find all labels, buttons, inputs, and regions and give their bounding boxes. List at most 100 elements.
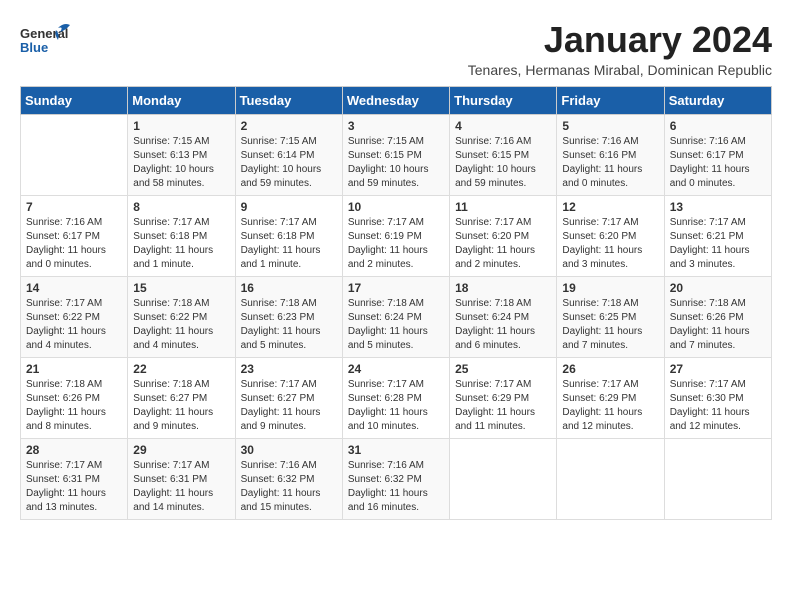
day-number: 15 — [133, 281, 229, 295]
calendar-cell: 15 Sunrise: 7:18 AM Sunset: 6:22 PM Dayli… — [128, 276, 235, 357]
calendar-cell: 24 Sunrise: 7:17 AM Sunset: 6:28 PM Dayli… — [342, 357, 449, 438]
day-info: Sunrise: 7:18 AM Sunset: 6:27 PM Dayligh… — [133, 378, 229, 434]
calendar-cell: 16 Sunrise: 7:18 AM Sunset: 6:23 PM Dayli… — [235, 276, 342, 357]
day-number: 2 — [241, 119, 337, 133]
day-info: Sunrise: 7:17 AM Sunset: 6:18 PM Dayligh… — [133, 216, 229, 272]
header-thursday: Thursday — [450, 86, 557, 114]
calendar-cell: 23Sunrise: 7:17 AM Sunset: 6:27 PM Dayli… — [235, 357, 342, 438]
day-number: 3 — [348, 119, 444, 133]
day-info: Sunrise: 7:18 AM Sunset: 6:26 PM Dayligh… — [670, 297, 766, 353]
header-sunday: Sunday — [21, 86, 128, 114]
day-info: Sunrise: 7:17 AM Sunset: 6:21 PM Dayligh… — [670, 216, 766, 272]
svg-text:Blue: Blue — [20, 40, 48, 55]
header-tuesday: Tuesday — [235, 86, 342, 114]
calendar-week-4: 21 Sunrise: 7:18 AM Sunset: 6:26 PM Dayli… — [21, 357, 772, 438]
day-info: Sunrise: 7:18 AM Sunset: 6:25 PM Dayligh… — [562, 297, 658, 353]
calendar-cell — [450, 438, 557, 519]
day-info: Sunrise: 7:18 AM Sunset: 6:24 PM Dayligh… — [455, 297, 551, 353]
day-number: 14 — [26, 281, 122, 295]
calendar-week-1: 1Sunrise: 7:15 AM Sunset: 6:13 PM Daylig… — [21, 114, 772, 195]
calendar-cell: 3 Sunrise: 7:15 AM Sunset: 6:15 PM Daylig… — [342, 114, 449, 195]
day-number: 11 — [455, 200, 551, 214]
svg-text:General: General — [20, 26, 68, 41]
day-info: Sunrise: 7:16 AM Sunset: 6:32 PM Dayligh… — [241, 459, 337, 515]
day-info: Sunrise: 7:17 AM Sunset: 6:20 PM Dayligh… — [455, 216, 551, 272]
day-number: 17 — [348, 281, 444, 295]
calendar-week-3: 14Sunrise: 7:17 AM Sunset: 6:22 PM Dayli… — [21, 276, 772, 357]
calendar-cell: 14Sunrise: 7:17 AM Sunset: 6:22 PM Dayli… — [21, 276, 128, 357]
day-info: Sunrise: 7:18 AM Sunset: 6:24 PM Dayligh… — [348, 297, 444, 353]
calendar-header-row: SundayMondayTuesdayWednesdayThursdayFrid… — [21, 86, 772, 114]
calendar-cell: 27 Sunrise: 7:17 AM Sunset: 6:30 PM Dayli… — [664, 357, 771, 438]
day-number: 29 — [133, 443, 229, 457]
calendar-cell: 22Sunrise: 7:18 AM Sunset: 6:27 PM Dayli… — [128, 357, 235, 438]
day-number: 16 — [241, 281, 337, 295]
calendar-cell: 19Sunrise: 7:18 AM Sunset: 6:25 PM Dayli… — [557, 276, 664, 357]
calendar-cell: 5 Sunrise: 7:16 AM Sunset: 6:16 PM Daylig… — [557, 114, 664, 195]
calendar-cell: 31 Sunrise: 7:16 AM Sunset: 6:32 PM Dayli… — [342, 438, 449, 519]
day-number: 5 — [562, 119, 658, 133]
calendar-cell: 7 Sunrise: 7:16 AM Sunset: 6:17 PM Daylig… — [21, 195, 128, 276]
day-number: 9 — [241, 200, 337, 214]
header-wednesday: Wednesday — [342, 86, 449, 114]
day-number: 28 — [26, 443, 122, 457]
calendar-cell: 18 Sunrise: 7:18 AM Sunset: 6:24 PM Dayli… — [450, 276, 557, 357]
calendar-week-2: 7 Sunrise: 7:16 AM Sunset: 6:17 PM Daylig… — [21, 195, 772, 276]
day-number: 26 — [562, 362, 658, 376]
month-title: January 2024 — [468, 20, 772, 60]
calendar-cell: 1Sunrise: 7:15 AM Sunset: 6:13 PM Daylig… — [128, 114, 235, 195]
calendar-cell: 12Sunrise: 7:17 AM Sunset: 6:20 PM Dayli… — [557, 195, 664, 276]
location-subtitle: Tenares, Hermanas Mirabal, Dominican Rep… — [468, 62, 772, 78]
day-info: Sunrise: 7:17 AM Sunset: 6:29 PM Dayligh… — [455, 378, 551, 434]
calendar-cell: 17 Sunrise: 7:18 AM Sunset: 6:24 PM Dayli… — [342, 276, 449, 357]
day-number: 13 — [670, 200, 766, 214]
calendar-week-5: 28Sunrise: 7:17 AM Sunset: 6:31 PM Dayli… — [21, 438, 772, 519]
header-saturday: Saturday — [664, 86, 771, 114]
day-info: Sunrise: 7:17 AM Sunset: 6:27 PM Dayligh… — [241, 378, 337, 434]
day-number: 8 — [133, 200, 229, 214]
day-number: 20 — [670, 281, 766, 295]
day-info: Sunrise: 7:16 AM Sunset: 6:32 PM Dayligh… — [348, 459, 444, 515]
calendar-cell — [557, 438, 664, 519]
header-friday: Friday — [557, 86, 664, 114]
day-info: Sunrise: 7:15 AM Sunset: 6:15 PM Dayligh… — [348, 135, 444, 191]
day-info: Sunrise: 7:16 AM Sunset: 6:17 PM Dayligh… — [26, 216, 122, 272]
day-number: 25 — [455, 362, 551, 376]
calendar-cell: 11 Sunrise: 7:17 AM Sunset: 6:20 PM Dayli… — [450, 195, 557, 276]
day-number: 24 — [348, 362, 444, 376]
day-info: Sunrise: 7:18 AM Sunset: 6:23 PM Dayligh… — [241, 297, 337, 353]
calendar-cell: 6 Sunrise: 7:16 AM Sunset: 6:17 PM Daylig… — [664, 114, 771, 195]
day-number: 18 — [455, 281, 551, 295]
header-monday: Monday — [128, 86, 235, 114]
day-number: 7 — [26, 200, 122, 214]
day-info: Sunrise: 7:16 AM Sunset: 6:17 PM Dayligh… — [670, 135, 766, 191]
day-info: Sunrise: 7:17 AM Sunset: 6:30 PM Dayligh… — [670, 378, 766, 434]
calendar-table: SundayMondayTuesdayWednesdayThursdayFrid… — [20, 86, 772, 520]
calendar-cell: 9 Sunrise: 7:17 AM Sunset: 6:18 PM Daylig… — [235, 195, 342, 276]
calendar-cell: 8 Sunrise: 7:17 AM Sunset: 6:18 PM Daylig… — [128, 195, 235, 276]
calendar-cell: 29Sunrise: 7:17 AM Sunset: 6:31 PM Dayli… — [128, 438, 235, 519]
day-info: Sunrise: 7:18 AM Sunset: 6:26 PM Dayligh… — [26, 378, 122, 434]
day-info: Sunrise: 7:17 AM Sunset: 6:18 PM Dayligh… — [241, 216, 337, 272]
day-info: Sunrise: 7:17 AM Sunset: 6:29 PM Dayligh… — [562, 378, 658, 434]
logo: General Blue — [20, 20, 74, 65]
day-info: Sunrise: 7:15 AM Sunset: 6:13 PM Dayligh… — [133, 135, 229, 191]
day-number: 27 — [670, 362, 766, 376]
calendar-cell — [664, 438, 771, 519]
day-info: Sunrise: 7:15 AM Sunset: 6:14 PM Dayligh… — [241, 135, 337, 191]
calendar-cell: 30Sunrise: 7:16 AM Sunset: 6:32 PM Dayli… — [235, 438, 342, 519]
day-info: Sunrise: 7:16 AM Sunset: 6:15 PM Dayligh… — [455, 135, 551, 191]
day-number: 12 — [562, 200, 658, 214]
title-section: January 2024 Tenares, Hermanas Mirabal, … — [468, 20, 772, 78]
day-number: 6 — [670, 119, 766, 133]
day-info: Sunrise: 7:16 AM Sunset: 6:16 PM Dayligh… — [562, 135, 658, 191]
day-info: Sunrise: 7:18 AM Sunset: 6:22 PM Dayligh… — [133, 297, 229, 353]
calendar-cell: 28Sunrise: 7:17 AM Sunset: 6:31 PM Dayli… — [21, 438, 128, 519]
calendar-cell: 4 Sunrise: 7:16 AM Sunset: 6:15 PM Daylig… — [450, 114, 557, 195]
calendar-cell: 25 Sunrise: 7:17 AM Sunset: 6:29 PM Dayli… — [450, 357, 557, 438]
day-number: 21 — [26, 362, 122, 376]
day-number: 31 — [348, 443, 444, 457]
day-number: 4 — [455, 119, 551, 133]
day-info: Sunrise: 7:17 AM Sunset: 6:19 PM Dayligh… — [348, 216, 444, 272]
day-info: Sunrise: 7:17 AM Sunset: 6:28 PM Dayligh… — [348, 378, 444, 434]
